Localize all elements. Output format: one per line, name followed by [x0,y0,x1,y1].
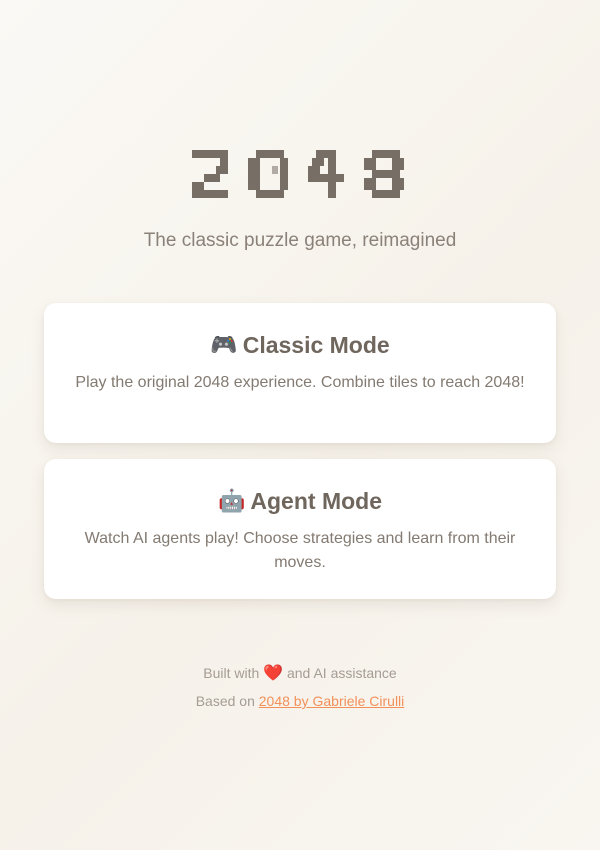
footer-credits: Built with ❤️ and AI assistance [0,663,600,684]
footer-built-prefix: Built with [203,665,260,681]
agent-mode-title: 🤖 Agent Mode [44,486,556,516]
classic-mode-title: 🎮 Classic Mode [44,330,556,360]
agent-mode-description: Watch AI agents play! Choose strategies … [84,530,516,571]
original-2048-link[interactable]: 2048 by Gabriele Cirulli [259,693,405,709]
footer-built-suffix: and AI assistance [286,665,397,681]
classic-mode-description: Play the original 2048 experience. Combi… [75,374,525,391]
heart-icon: ❤️ [263,665,284,682]
footer-based-prefix: Based on [195,693,255,709]
logo-2048 [0,150,600,208]
footer-attribution: Based on 2048 by Gabriele Cirulli [0,691,600,711]
gamepad-icon: 🎮 [210,332,238,357]
tagline: The classic puzzle game, reimagined [143,230,457,251]
classic-mode-title-text: Classic Mode [242,332,390,358]
classic-mode-card[interactable]: 🎮 Classic Mode Play the original 2048 ex… [44,303,556,443]
robot-icon: 🤖 [217,488,246,513]
logo-pixel-digits [192,150,404,198]
agent-mode-title-text: Agent Mode [250,488,382,514]
agent-mode-card[interactable]: 🤖 Agent Mode Watch AI agents play! Choos… [44,459,556,599]
